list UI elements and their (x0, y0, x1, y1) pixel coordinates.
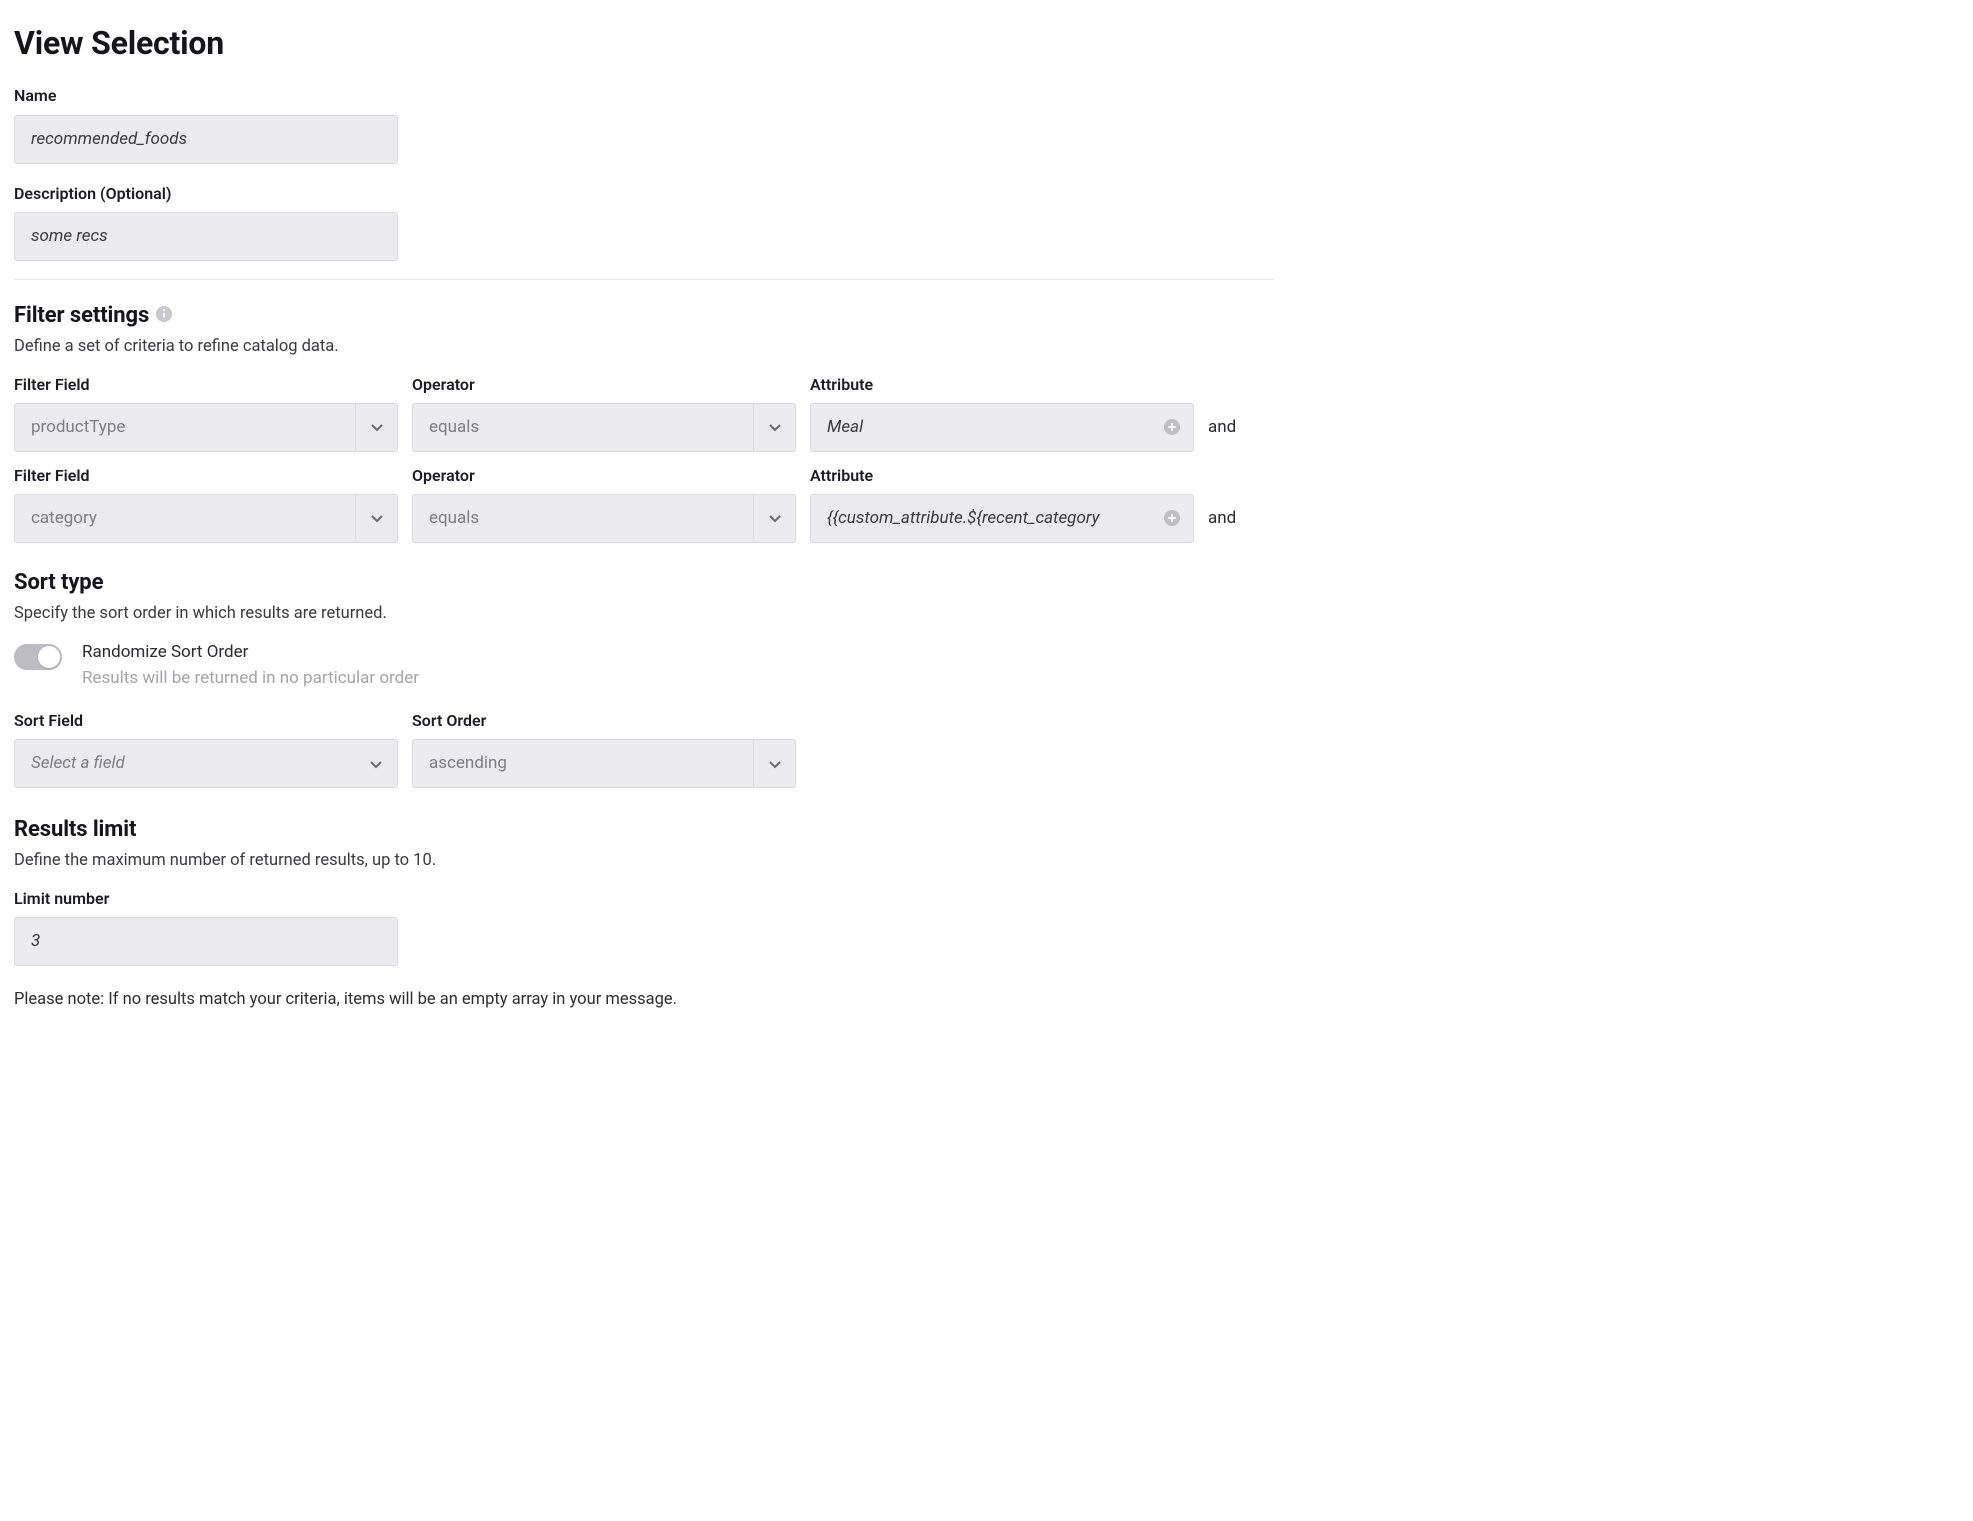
attribute-value: Meal (827, 415, 863, 440)
sort-order-label: Sort Order (412, 709, 796, 732)
description-label: Description (Optional) (14, 182, 1274, 205)
operator-value: equals (413, 495, 753, 542)
name-label: Name (14, 84, 1274, 107)
filter-field-value: category (15, 495, 355, 542)
sort-order-value: ascending (413, 740, 753, 787)
sort-field-select[interactable]: Select a field (14, 739, 398, 788)
info-icon[interactable] (155, 305, 173, 323)
plus-circle-icon[interactable] (1163, 509, 1181, 527)
randomize-toggle[interactable] (14, 644, 62, 670)
operator-label: Operator (412, 373, 796, 396)
limit-number-value: 3 (31, 929, 40, 954)
results-limit-title: Results limit (14, 814, 1274, 846)
operator-select[interactable]: equals (412, 494, 796, 543)
filter-settings-title: Filter settings (14, 300, 149, 332)
filter-field-label: Filter Field (14, 464, 398, 487)
section-divider (14, 279, 1274, 280)
filter-field-label: Filter Field (14, 373, 398, 396)
operator-value: equals (413, 404, 753, 451)
chevron-down-icon (355, 740, 397, 787)
operator-label: Operator (412, 464, 796, 487)
randomize-title: Randomize Sort Order (82, 640, 419, 665)
filter-row: Filter Field productType Operator equals (14, 373, 1274, 452)
filter-field-value: productType (15, 404, 355, 451)
filter-row: Filter Field category Operator equals (14, 464, 1274, 543)
chevron-down-icon (753, 404, 795, 451)
results-limit-desc: Define the maximum number of returned re… (14, 849, 1274, 873)
randomize-subtitle: Results will be returned in no particula… (82, 666, 419, 691)
operator-select[interactable]: equals (412, 403, 796, 452)
sort-type-desc: Specify the sort order in which results … (14, 602, 1274, 626)
name-input[interactable]: recommended_foods (14, 115, 398, 164)
chevron-down-icon (753, 740, 795, 787)
limit-number-input[interactable]: 3 (14, 917, 398, 966)
randomize-text: Randomize Sort Order Results will be ret… (82, 640, 419, 691)
attribute-input[interactable]: {{custom_attribute.${recent_category (810, 494, 1194, 543)
sort-type-section: Sort type Specify the sort order in whic… (14, 567, 1274, 788)
description-input[interactable]: some recs (14, 212, 398, 261)
plus-circle-icon[interactable] (1163, 418, 1181, 436)
name-input-value: recommended_foods (31, 127, 187, 152)
sort-grid: Sort Field Select a field Sort Order asc… (14, 709, 1274, 788)
filter-connector: and (1208, 403, 1260, 452)
attribute-input[interactable]: Meal (810, 403, 1194, 452)
limit-number-label: Limit number (14, 887, 1274, 910)
attribute-label: Attribute (810, 464, 1194, 487)
results-limit-section: Results limit Define the maximum number … (14, 814, 1274, 1012)
filter-connector: and (1208, 494, 1260, 543)
toggle-knob (38, 646, 60, 668)
filter-field-select[interactable]: productType (14, 403, 398, 452)
description-input-value: some recs (31, 224, 108, 249)
attribute-value: {{custom_attribute.${recent_category (827, 506, 1099, 531)
view-selection-form: View Selection Name recommended_foods De… (14, 20, 1274, 1012)
sort-order-select[interactable]: ascending (412, 739, 796, 788)
results-note: Please note: If no results match your cr… (14, 988, 1274, 1012)
filter-field-select[interactable]: category (14, 494, 398, 543)
description-field-group: Description (Optional) some recs (14, 182, 1274, 261)
randomize-row: Randomize Sort Order Results will be ret… (14, 640, 1274, 691)
sort-field-label: Sort Field (14, 709, 398, 732)
chevron-down-icon (355, 495, 397, 542)
attribute-label: Attribute (810, 373, 1194, 396)
sort-field-placeholder: Select a field (15, 740, 355, 787)
filter-settings-desc: Define a set of criteria to refine catal… (14, 335, 1274, 359)
name-field-group: Name recommended_foods (14, 84, 1274, 163)
filter-settings-section: Filter settings Define a set of criteria… (14, 300, 1274, 543)
chevron-down-icon (355, 404, 397, 451)
page-title: View Selection (14, 20, 1274, 66)
sort-type-title: Sort type (14, 567, 1274, 599)
chevron-down-icon (753, 495, 795, 542)
